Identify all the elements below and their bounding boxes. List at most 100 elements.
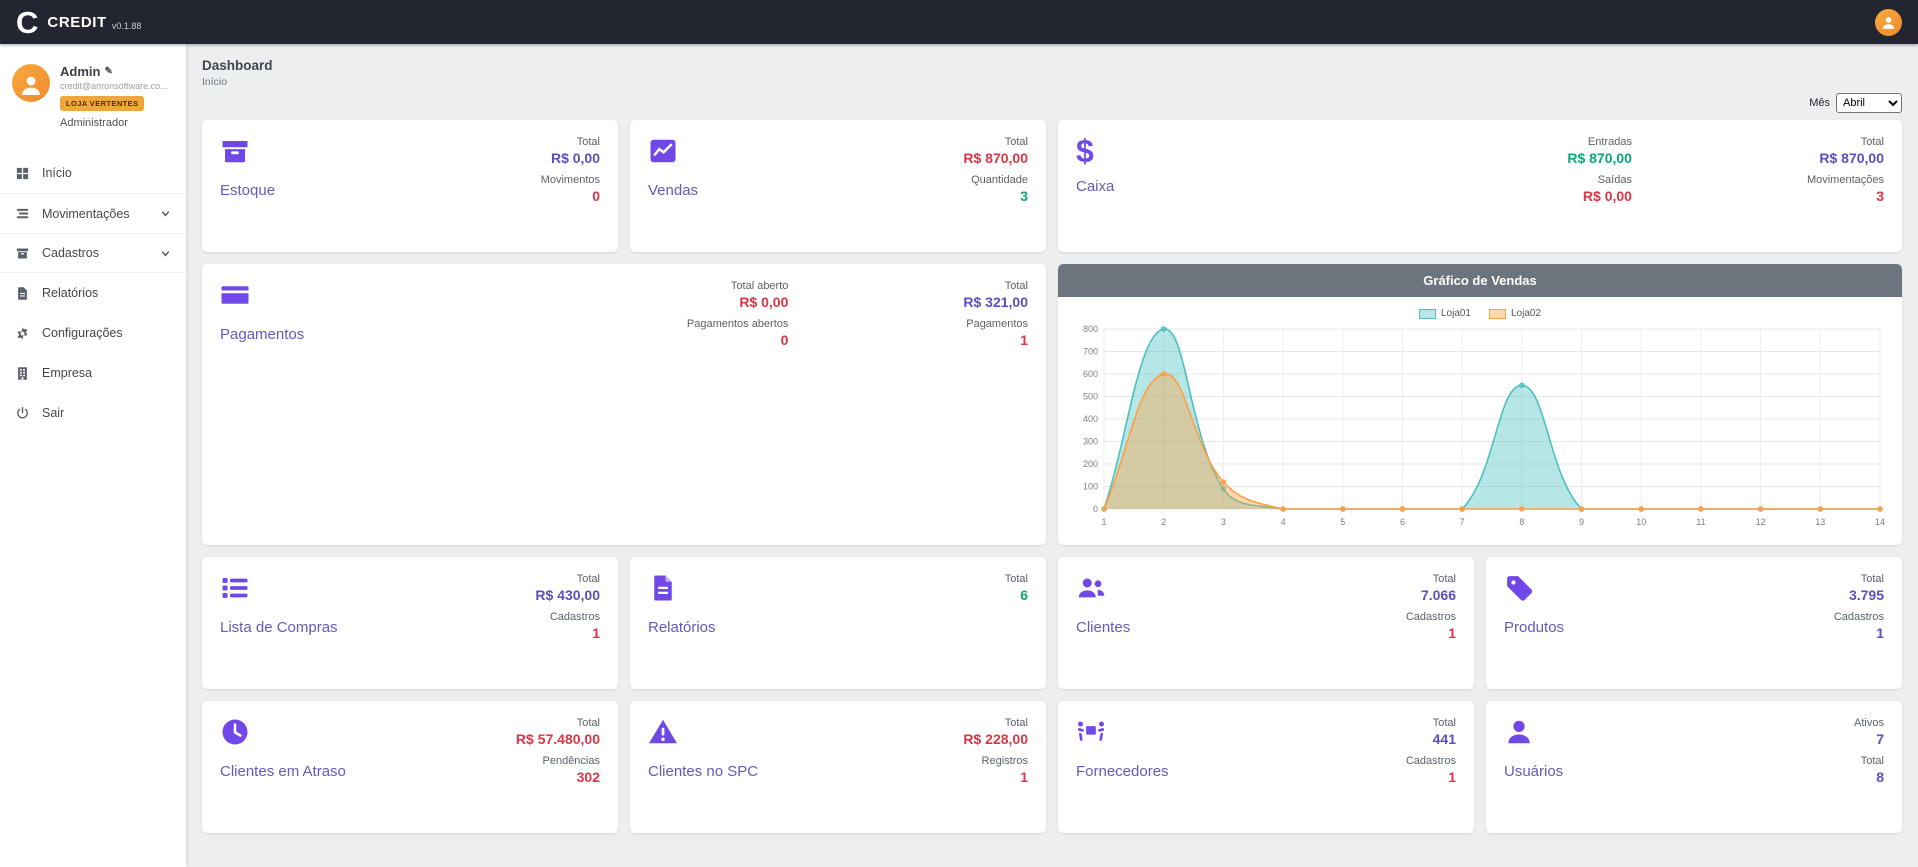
card-estoque[interactable]: Estoque Total R$ 0,00 Movimentos 0	[202, 120, 618, 252]
stat-label: Movimentos	[541, 174, 600, 186]
stat-value: R$ 0,00	[687, 294, 789, 310]
stat: Total R$ 0,00	[541, 136, 600, 166]
stat: Registros 1	[963, 755, 1028, 785]
stat: Cadastros 1	[1406, 755, 1456, 785]
cards-grid: Estoque Total R$ 0,00 Movimentos 0 Venda…	[202, 120, 1902, 833]
sidebar-menu: Início Movimentações Cadastros Relatório…	[0, 153, 186, 433]
card-stats: Total R$ 0,00 Movimentos 0	[541, 136, 600, 212]
stat: Total 6	[1005, 573, 1028, 603]
stat-value: 8	[1854, 769, 1884, 785]
stat-value: 3	[1807, 188, 1884, 204]
chart-body: Loja01 Loja02 01002003004005006007008001…	[1058, 297, 1902, 533]
svg-text:11: 11	[1696, 517, 1705, 527]
user-menu-avatar[interactable]	[1875, 9, 1902, 36]
svg-text:500: 500	[1083, 392, 1098, 402]
card-title: Relatórios	[648, 619, 1028, 636]
building-icon	[15, 366, 30, 381]
stream-icon	[15, 206, 30, 221]
svg-text:10: 10	[1636, 517, 1646, 527]
svg-text:5: 5	[1340, 517, 1345, 527]
stat-value: 1	[1834, 625, 1884, 641]
svg-text:8: 8	[1519, 517, 1524, 527]
stat: Cadastros 1	[1834, 611, 1884, 641]
user-block: Admin ✎ credit@anronsoftware.co... LOJA …	[0, 64, 186, 129]
card-produtos[interactable]: Produtos Total 3.795 Cadastros 1	[1486, 557, 1902, 689]
card-clientes[interactable]: Clientes Total 7.066 Cadastros 1	[1058, 557, 1474, 689]
stat-column: Total aberto R$ 0,00 Pagamentos abertos …	[687, 280, 789, 356]
list-icon	[220, 573, 250, 603]
card-stats: Total aberto R$ 0,00 Pagamentos abertos …	[687, 280, 1028, 356]
card-clientes-atraso[interactable]: Clientes em Atraso Total R$ 57.480,00 Pe…	[202, 701, 618, 833]
sidebar-item-cadastros[interactable]: Cadastros	[0, 233, 186, 273]
stat-label: Pendências	[516, 755, 600, 767]
user-role: Administrador	[60, 117, 168, 129]
month-select[interactable]: Abril	[1836, 93, 1902, 113]
sidebar-item-movimentacoes[interactable]: Movimentações	[0, 193, 186, 233]
stat: Total 8	[1854, 755, 1884, 785]
stat-value: R$ 870,00	[1567, 150, 1632, 166]
card-stats: Total 7.066 Cadastros 1	[1406, 573, 1456, 649]
stat-value: 0	[687, 332, 789, 348]
card-pagamentos[interactable]: Pagamentos Total aberto R$ 0,00 Pagament…	[202, 264, 1046, 545]
sidebar-item-configuracoes[interactable]: Configurações	[0, 313, 186, 353]
chart-title: Gráfico de Vendas	[1058, 264, 1902, 297]
stat: Pagamentos 1	[963, 318, 1028, 348]
stat-label: Cadastros	[1406, 755, 1456, 767]
card-clientes-spc[interactable]: Clientes no SPC Total R$ 228,00 Registro…	[630, 701, 1046, 833]
stat-label: Total	[516, 717, 600, 729]
user-icon	[1504, 717, 1534, 747]
stat: Pagamentos abertos 0	[687, 318, 789, 348]
svg-text:4: 4	[1281, 517, 1286, 527]
stat-value: R$ 228,00	[963, 731, 1028, 747]
edit-profile-icon[interactable]: ✎	[104, 66, 112, 77]
sidebar-item-relatorios[interactable]: Relatórios	[0, 273, 186, 313]
card-stats: Total R$ 870,00 Quantidade 3	[963, 136, 1028, 212]
stat-label: Cadastros	[1406, 611, 1456, 623]
stat-value: 1	[1406, 769, 1456, 785]
stat-value: R$ 321,00	[963, 294, 1028, 310]
stat-label: Total	[541, 136, 600, 148]
card-fornecedores[interactable]: Fornecedores Total 441 Cadastros 1	[1058, 701, 1474, 833]
app-name: CREDIT	[47, 14, 106, 31]
stat-label: Saídas	[1567, 174, 1632, 186]
sidebar-item-label: Início	[42, 166, 72, 180]
sidebar-item-inicio[interactable]: Início	[0, 153, 186, 193]
stat-value: 3.795	[1834, 587, 1884, 603]
power-icon	[15, 406, 30, 421]
stat: Total R$ 870,00	[963, 136, 1028, 166]
card-title: Produtos	[1504, 619, 1884, 636]
card-usuarios[interactable]: Usuários Ativos 7 Total 8	[1486, 701, 1902, 833]
sidebar-item-label: Empresa	[42, 366, 92, 380]
stat-value: 441	[1406, 731, 1456, 747]
card-caixa[interactable]: $ Caixa Entradas R$ 870,00 Saídas R$ 0,0…	[1058, 120, 1902, 252]
legend-loja01[interactable]: Loja01	[1419, 308, 1471, 319]
legend-swatch	[1489, 309, 1506, 319]
app-version: v0.1.88	[112, 21, 142, 31]
warning-icon	[648, 717, 678, 747]
stat: Total 3.795	[1834, 573, 1884, 603]
svg-text:600: 600	[1083, 369, 1098, 379]
stat-value: 0	[541, 188, 600, 204]
legend-label: Loja01	[1441, 308, 1471, 319]
users-icon	[1076, 573, 1106, 603]
stat-column: Total R$ 870,00 Movimentações 3	[1807, 136, 1884, 212]
card-stats: Total 3.795 Cadastros 1	[1834, 573, 1884, 649]
svg-text:400: 400	[1083, 414, 1098, 424]
stat-value: R$ 870,00	[963, 150, 1028, 166]
legend-swatch	[1419, 309, 1436, 319]
card-stats: Total R$ 228,00 Registros 1	[963, 717, 1028, 793]
stat-value: 1	[535, 625, 600, 641]
user-name: Admin	[60, 64, 100, 79]
card-relatorios[interactable]: Relatórios Total 6	[630, 557, 1046, 689]
stat-value: 1	[963, 332, 1028, 348]
legend-loja02[interactable]: Loja02	[1489, 308, 1541, 319]
sidebar-item-empresa[interactable]: Empresa	[0, 353, 186, 393]
svg-text:700: 700	[1083, 347, 1098, 357]
svg-text:3: 3	[1221, 517, 1226, 527]
stat: Pendências 302	[516, 755, 600, 785]
card-lista-compras[interactable]: Lista de Compras Total R$ 430,00 Cadastr…	[202, 557, 618, 689]
sidebar-item-sair[interactable]: Sair	[0, 393, 186, 433]
card-vendas[interactable]: Vendas Total R$ 870,00 Quantidade 3	[630, 120, 1046, 252]
card-stats: Total 441 Cadastros 1	[1406, 717, 1456, 793]
chevron-down-icon	[160, 248, 171, 259]
